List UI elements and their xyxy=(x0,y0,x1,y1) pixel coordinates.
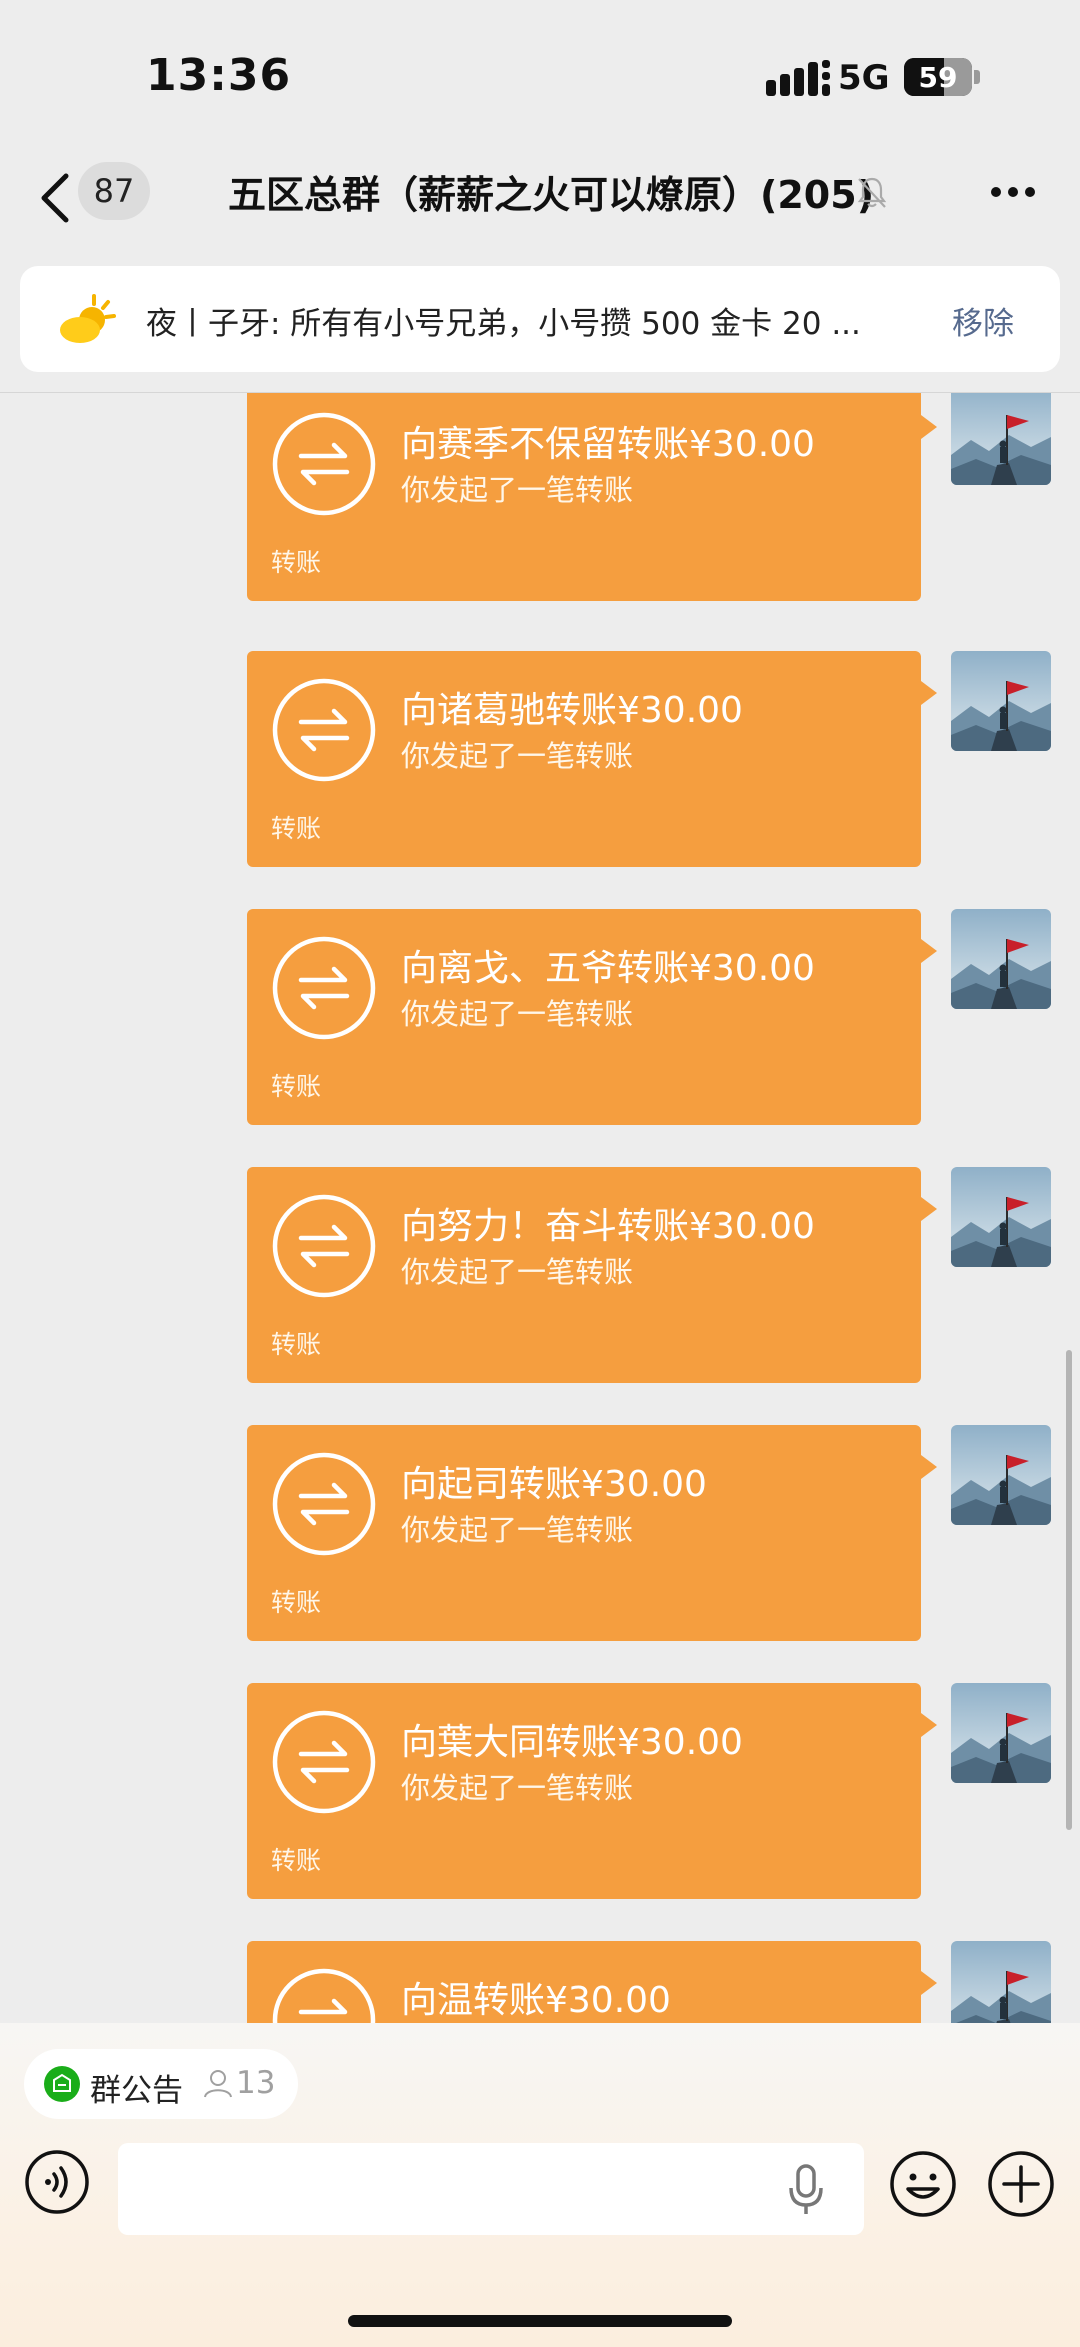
transfer-footer: 转账 xyxy=(271,548,322,577)
transfer-title: 向赛季不保留转账¥30.00 xyxy=(401,424,815,465)
transfer-bubble[interactable]: 向起司转账¥30.00 你发起了一笔转账转账 xyxy=(247,1425,937,1641)
avatar-mountain-flag-image xyxy=(951,1941,1051,2023)
pinned-message[interactable]: 夜丨子牙: 所有有小号兄弟，小号攒 500 金卡 20 ... 移除 xyxy=(20,266,1060,372)
transfer-footer: 转账 xyxy=(271,1072,322,1101)
group-notice-icon xyxy=(44,2066,80,2102)
group-notice-chip[interactable]: 群公告 13 xyxy=(24,2049,298,2119)
transfer-title: 向温转账¥30.00 xyxy=(401,1980,671,2021)
transfer-subtitle: 你发起了一笔转账 xyxy=(401,1255,634,1289)
message-row: 向赛季不保留转账¥30.00 你发起了一笔转账转账 xyxy=(0,393,1080,601)
network-type: 5G xyxy=(838,58,890,98)
transfer-subtitle: 你发起了一笔转账 xyxy=(401,739,634,773)
transfer-title: 向诸葛驰转账¥30.00 xyxy=(401,690,743,731)
avatar[interactable] xyxy=(951,909,1051,1009)
message-row: 向起司转账¥30.00 你发起了一笔转账转账 xyxy=(0,1425,1080,1641)
transfer-bubble[interactable]: 向赛季不保留转账¥30.00 你发起了一笔转账转账 xyxy=(247,393,937,601)
bottom-panel: 群公告 13 xyxy=(0,2023,1080,2347)
transfer-footer: 转账 xyxy=(271,814,322,843)
message-row: 向努力！奋斗转账¥30.00 你发起了一笔转账转账 xyxy=(0,1167,1080,1383)
avatar[interactable] xyxy=(951,1941,1051,2023)
transfer-icon xyxy=(272,1452,376,1556)
battery-tip xyxy=(974,70,980,84)
signal-icon xyxy=(766,60,830,96)
input-bar xyxy=(0,2143,1080,2243)
avatar-mountain-flag-image xyxy=(951,1683,1051,1783)
avatar-mountain-flag-image xyxy=(951,393,1051,485)
transfer-footer: 转账 xyxy=(271,1330,322,1359)
battery-level: 59 xyxy=(918,61,958,94)
transfer-footer: 转账 xyxy=(271,1846,322,1875)
message-list[interactable]: 向赛季不保留转账¥30.00 你发起了一笔转账 转账 向诸葛驰转账¥30.00 你发起了… xyxy=(0,393,1080,2023)
status-bar: 13:36 5G 59 xyxy=(0,0,1080,150)
remove-pinned-button[interactable]: 移除 xyxy=(952,298,1014,343)
back-chevron-icon[interactable] xyxy=(36,170,76,226)
transfer-subtitle: 你发起了一笔转账 xyxy=(401,473,634,507)
transfer-title: 向努力！奋斗转账¥30.00 xyxy=(401,1206,815,1247)
transfer-subtitle: 你发起了一笔转账 xyxy=(401,1513,634,1547)
avatar[interactable] xyxy=(951,1167,1051,1267)
transfer-title: 向葉大同转账¥30.00 xyxy=(401,1722,743,1763)
transfer-title: 向离戈、五爷转账¥30.00 xyxy=(401,948,815,989)
avatar-mountain-flag-image xyxy=(951,651,1051,751)
avatar-mountain-flag-image xyxy=(951,1167,1051,1267)
avatar[interactable] xyxy=(951,651,1051,751)
transfer-icon xyxy=(272,412,376,516)
add-more-icon[interactable] xyxy=(986,2149,1056,2219)
unread-badge[interactable]: 87 xyxy=(78,162,150,220)
mute-bell-icon xyxy=(857,177,887,208)
transfer-bubble[interactable]: 向诸葛驰转账¥30.00 你发起了一笔转账转账 xyxy=(247,651,937,867)
battery-icon: 59 xyxy=(904,58,972,96)
message-row: 向温转账¥30.00你发起了一笔转账转账 xyxy=(0,1941,1080,2023)
transfer-subtitle: 你发起了一笔转账 xyxy=(401,997,634,1031)
sun-cloud-icon xyxy=(60,294,116,343)
emoji-icon[interactable] xyxy=(888,2149,958,2219)
transfer-subtitle: 你发起了一笔转账 xyxy=(401,1771,634,1805)
microphone-icon[interactable] xyxy=(786,2163,826,2217)
transfer-title: 向起司转账¥30.00 xyxy=(401,1464,707,1505)
transfer-bubble[interactable]: 向努力！奋斗转账¥30.00 你发起了一笔转账转账 xyxy=(247,1167,937,1383)
voice-mode-icon[interactable] xyxy=(24,2149,90,2215)
transfer-icon xyxy=(272,1710,376,1814)
message-row: 向离戈、五爷转账¥30.00 你发起了一笔转账转账 xyxy=(0,909,1080,1125)
transfer-bubble[interactable]: 向离戈、五爷转账¥30.00 你发起了一笔转账转账 xyxy=(247,909,937,1125)
pinned-text: 夜丨子牙: 所有有小号兄弟，小号攒 500 金卡 20 ... xyxy=(146,306,861,342)
message-row: 向诸葛驰转账¥30.00 你发起了一笔转账转账 xyxy=(0,651,1080,867)
message-input[interactable] xyxy=(118,2143,864,2235)
transfer-icon xyxy=(272,678,376,782)
transfer-bubble[interactable]: 向温转账¥30.00你发起了一笔转账转账 xyxy=(247,1941,937,2023)
transfer-icon xyxy=(272,1194,376,1298)
avatar[interactable] xyxy=(951,1425,1051,1525)
status-time: 13:36 xyxy=(146,50,292,101)
scrollbar[interactable] xyxy=(1066,1350,1072,1830)
message-row: 向葉大同转账¥30.00 你发起了一笔转账转账 xyxy=(0,1683,1080,1899)
person-icon xyxy=(204,2070,232,2098)
group-notice-label: 群公告 xyxy=(90,2073,183,2109)
avatar-mountain-flag-image xyxy=(951,909,1051,1009)
avatar[interactable] xyxy=(951,1683,1051,1783)
home-indicator[interactable] xyxy=(348,2315,732,2327)
transfer-bubble[interactable]: 向葉大同转账¥30.00 你发起了一笔转账转账 xyxy=(247,1683,937,1899)
more-dots-icon[interactable] xyxy=(990,186,1036,198)
avatar-mountain-flag-image xyxy=(951,1425,1051,1525)
transfer-icon xyxy=(272,1968,376,2023)
transfer-icon xyxy=(272,936,376,1040)
chat-title[interactable]: 五区总群（薪薪之火可以燎原）(205) xyxy=(228,164,874,219)
avatar[interactable] xyxy=(951,393,1051,485)
chat-header: 87 五区总群（薪薪之火可以燎原）(205) xyxy=(0,150,1080,250)
transfer-footer: 转账 xyxy=(271,1588,322,1617)
member-count: 13 xyxy=(236,2065,276,2101)
